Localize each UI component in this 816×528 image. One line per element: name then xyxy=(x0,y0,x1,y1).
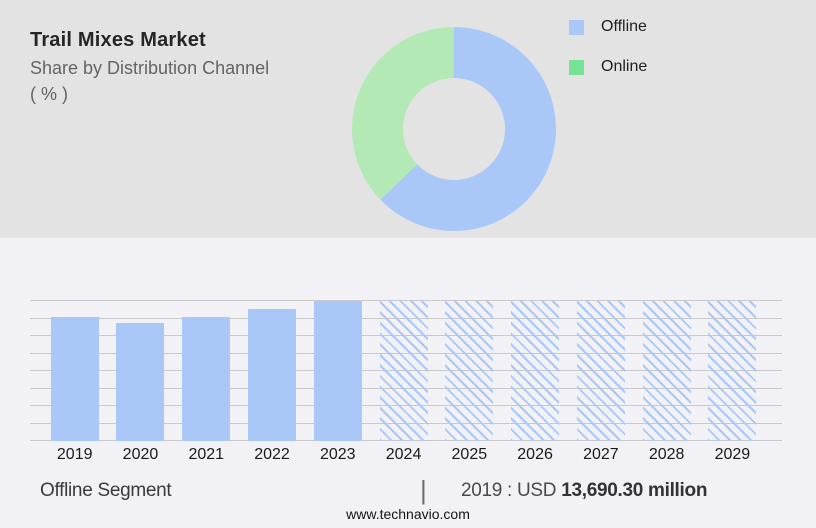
bar-chart xyxy=(30,300,782,441)
donut-chart xyxy=(352,27,556,231)
bar-2022 xyxy=(248,309,296,441)
bar-2026-forecast xyxy=(511,301,560,441)
bar-2025-forecast xyxy=(445,301,494,441)
unit-label: ( % ) xyxy=(30,84,68,104)
page-title: Trail Mixes Market xyxy=(30,29,206,51)
x-axis-label-2029: 2029 xyxy=(714,446,751,463)
x-axis-label-2021: 2021 xyxy=(188,446,225,463)
x-axis-label-2020: 2020 xyxy=(122,446,159,463)
legend-label: Online xyxy=(601,58,648,75)
bar-2027-forecast xyxy=(576,301,625,441)
x-axis-label-2025: 2025 xyxy=(451,446,488,463)
website-url: www.technavio.com xyxy=(346,506,470,522)
separator-pipe: | xyxy=(420,475,427,505)
legend-item-offline: Offline xyxy=(569,14,647,40)
bar-2023 xyxy=(313,301,362,441)
title-block: Trail Mixes Market Share by Distribution… xyxy=(30,28,340,106)
bar-2024-forecast xyxy=(379,301,428,441)
bar-2019 xyxy=(50,317,99,441)
bar-2029-forecast xyxy=(708,301,757,441)
x-axis-label-2028: 2028 xyxy=(648,446,685,463)
infographic: Trail Mixes Market Share by Distribution… xyxy=(0,0,816,528)
header-section: Trail Mixes Market Share by Distribution… xyxy=(0,0,816,238)
legend-swatch xyxy=(569,59,584,75)
x-axis-labels: 2019 2020 2021 2022 2023 2024 2025 2026 2027 2028… xyxy=(30,446,782,468)
bar-chart-section: 2019 2020 2021 2022 2023 2024 2025 2026 2027 2028… xyxy=(0,238,816,528)
bar-2020 xyxy=(116,323,165,441)
x-axis-label-2026: 2026 xyxy=(517,446,553,463)
legend-swatch xyxy=(569,19,584,35)
value-annotation: 2019 : USD 13,690.30 million xyxy=(461,480,707,502)
x-axis-label-2027: 2027 xyxy=(583,446,619,463)
page-subtitle: Share by Distribution Channel xyxy=(30,58,270,78)
donut-hole xyxy=(403,78,505,180)
x-axis-label-2023: 2023 xyxy=(319,446,356,463)
bar-2021 xyxy=(182,317,231,441)
value-amount: 13,690.30 million xyxy=(561,480,708,501)
value-prefix: 2019 : USD xyxy=(461,480,562,501)
segment-label: Offline Segment xyxy=(40,480,172,501)
legend-label: Offline xyxy=(601,18,647,35)
legend-item-online: Online xyxy=(569,54,647,80)
bar-2028-forecast xyxy=(642,301,691,441)
caption-row: Offline Segment | 2019 : USD 13,690.30 m… xyxy=(0,475,816,506)
x-axis-label-2019: 2019 xyxy=(56,446,93,463)
x-axis-label-2022: 2022 xyxy=(254,446,290,463)
chart-legend: Offline Online xyxy=(569,14,647,94)
x-axis-label-2024: 2024 xyxy=(385,446,422,463)
